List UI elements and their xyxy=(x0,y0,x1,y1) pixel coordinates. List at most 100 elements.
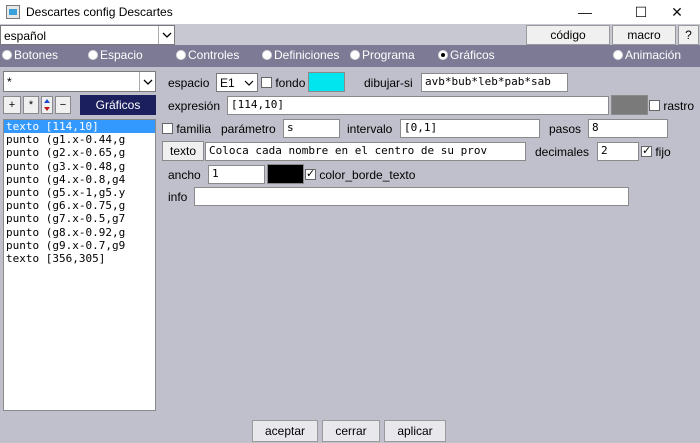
info-input[interactable] xyxy=(194,187,629,206)
ancho-label: ancho xyxy=(168,168,201,182)
codigo-button[interactable]: código xyxy=(526,25,610,45)
borde-color-swatch[interactable] xyxy=(267,164,304,184)
tab-label: Espacio xyxy=(100,48,143,62)
borde-checkbox[interactable] xyxy=(305,167,316,180)
radio-icon xyxy=(613,50,623,60)
expresion-input[interactable]: [114,10] xyxy=(227,96,609,115)
aceptar-button[interactable]: aceptar xyxy=(252,420,318,442)
fijo-label: fijo xyxy=(655,145,671,159)
radio-selected-icon xyxy=(438,50,448,60)
section-label: Gráficos xyxy=(80,95,156,115)
list-item[interactable]: punto (g5.x-1,g5.y xyxy=(4,186,155,199)
espacio-select[interactable]: E1 xyxy=(216,73,258,92)
texto-button[interactable]: texto xyxy=(162,141,204,161)
fijo-toggle[interactable]: fijo xyxy=(641,144,671,159)
filter-select[interactable]: * xyxy=(3,71,156,92)
tab-espacio[interactable]: Espacio xyxy=(88,48,143,62)
ancho-input[interactable]: 1 xyxy=(208,165,265,184)
parametro-input[interactable]: s xyxy=(283,119,340,138)
radio-icon xyxy=(2,50,12,60)
editor-panel: espacio E1 fondo dibujar-si avb*bub*leb*… xyxy=(160,67,700,414)
chevron-down-icon[interactable] xyxy=(139,72,155,91)
language-value: español xyxy=(4,29,47,43)
radio-icon xyxy=(88,50,98,60)
graphics-list[interactable]: texto [114,10] punto (g1.x-0.44,g punto (g… xyxy=(3,119,156,411)
up-down-arrows-icon xyxy=(44,99,50,111)
help-button[interactable]: ? xyxy=(678,25,699,45)
cerrar-button[interactable]: cerrar xyxy=(322,420,380,442)
macro-button[interactable]: macro xyxy=(612,25,676,45)
espacio-value: E1 xyxy=(220,76,235,90)
close-button[interactable]: ✕ xyxy=(654,0,700,24)
fijo-checkbox[interactable] xyxy=(641,144,652,157)
chevron-down-icon[interactable] xyxy=(241,74,257,91)
window-title: Descartes config Descartes xyxy=(26,5,173,19)
tab-botones[interactable]: Botones xyxy=(2,48,58,62)
tab-label: Animación xyxy=(625,48,682,62)
info-label: info xyxy=(168,190,188,204)
texto-input[interactable]: Coloca cada nombre en el centro de su pr… xyxy=(205,142,526,161)
list-item[interactable]: punto (g7.x-0.5,g7 xyxy=(4,212,155,225)
dibujar-si-label: dibujar-si xyxy=(364,76,413,90)
list-item[interactable]: punto (g9.x-0.7,g9 xyxy=(4,239,155,252)
list-item[interactable]: punto (g8.x-0.92,g xyxy=(4,226,155,239)
list-item[interactable]: punto (g1.x-0.44,g xyxy=(4,133,155,146)
language-select[interactable]: español xyxy=(0,25,175,45)
intervalo-label: intervalo xyxy=(347,122,393,136)
familia-toggle[interactable]: familia xyxy=(162,122,211,136)
list-item[interactable]: punto (g6.x-0.75,g xyxy=(4,199,155,212)
footer-bar: aceptar cerrar aplicar xyxy=(0,414,700,443)
radio-icon xyxy=(262,50,272,60)
left-panel: * + * − Gráficos texto [114,10] punto (g1… xyxy=(0,67,160,414)
title-bar: Descartes config Descartes — ☐ ✕ xyxy=(0,0,700,24)
tab-label: Botones xyxy=(14,48,59,62)
radio-icon xyxy=(176,50,186,60)
tab-label: Controles xyxy=(188,48,240,62)
filter-value: * xyxy=(7,75,12,89)
list-item[interactable]: punto (g3.x-0.48,g xyxy=(4,160,155,173)
tab-controles[interactable]: Controles xyxy=(176,48,239,62)
tab-bar: Botones Espacio Controles Definiciones P… xyxy=(0,45,700,67)
dibujar-si-input[interactable]: avb*bub*leb*pab*sab xyxy=(421,73,568,92)
intervalo-input[interactable]: [0,1] xyxy=(400,119,540,138)
remove-button[interactable]: − xyxy=(55,96,71,114)
aplicar-button[interactable]: aplicar xyxy=(384,420,446,442)
list-item[interactable]: texto [114,10] xyxy=(4,120,155,134)
app-icon xyxy=(6,5,20,19)
tab-label: Definiciones xyxy=(274,48,340,62)
expresion-label: expresión xyxy=(168,99,221,113)
list-item[interactable]: punto (g2.x-0.65,g xyxy=(4,146,155,159)
tab-graficos[interactable]: Gráficos xyxy=(438,48,495,62)
radio-icon xyxy=(350,50,360,60)
borde-toggle[interactable]: color_borde_texto xyxy=(305,167,416,182)
chevron-down-icon[interactable] xyxy=(158,26,174,44)
fondo-checkbox[interactable] xyxy=(261,77,272,88)
familia-label: familia xyxy=(176,122,212,136)
pasos-input[interactable]: 8 xyxy=(588,119,668,138)
add-button[interactable]: + xyxy=(3,96,21,114)
list-item[interactable]: texto [356,305] xyxy=(4,252,155,265)
decimales-input[interactable]: 2 xyxy=(597,142,639,161)
rastro-checkbox[interactable] xyxy=(649,100,660,111)
parametro-label: parámetro xyxy=(221,122,276,136)
duplicate-button[interactable]: * xyxy=(23,96,39,114)
familia-checkbox[interactable] xyxy=(162,123,173,134)
tab-programa[interactable]: Programa xyxy=(350,48,415,62)
tab-definiciones[interactable]: Definiciones xyxy=(262,48,339,62)
borde-label: color_borde_texto xyxy=(319,168,416,182)
move-up-down-button[interactable] xyxy=(41,96,53,114)
rastro-color-swatch[interactable] xyxy=(611,95,648,115)
minimize-button[interactable]: — xyxy=(562,0,608,24)
espacio-label: espacio xyxy=(168,76,210,90)
rastro-toggle[interactable]: rastro xyxy=(649,99,694,113)
tab-label: Gráficos xyxy=(450,48,495,62)
fondo-color-swatch[interactable] xyxy=(308,72,345,92)
decimales-label: decimales xyxy=(535,145,590,159)
fondo-toggle[interactable]: fondo xyxy=(261,76,305,90)
list-item[interactable]: punto (g4.x-0.8,g4 xyxy=(4,173,155,186)
tab-label: Programa xyxy=(362,48,415,62)
rastro-label: rastro xyxy=(663,99,695,113)
top-toolbar: español código macro ? xyxy=(0,24,700,45)
pasos-label: pasos xyxy=(549,122,582,136)
tab-animacion[interactable]: Animación xyxy=(613,48,681,62)
